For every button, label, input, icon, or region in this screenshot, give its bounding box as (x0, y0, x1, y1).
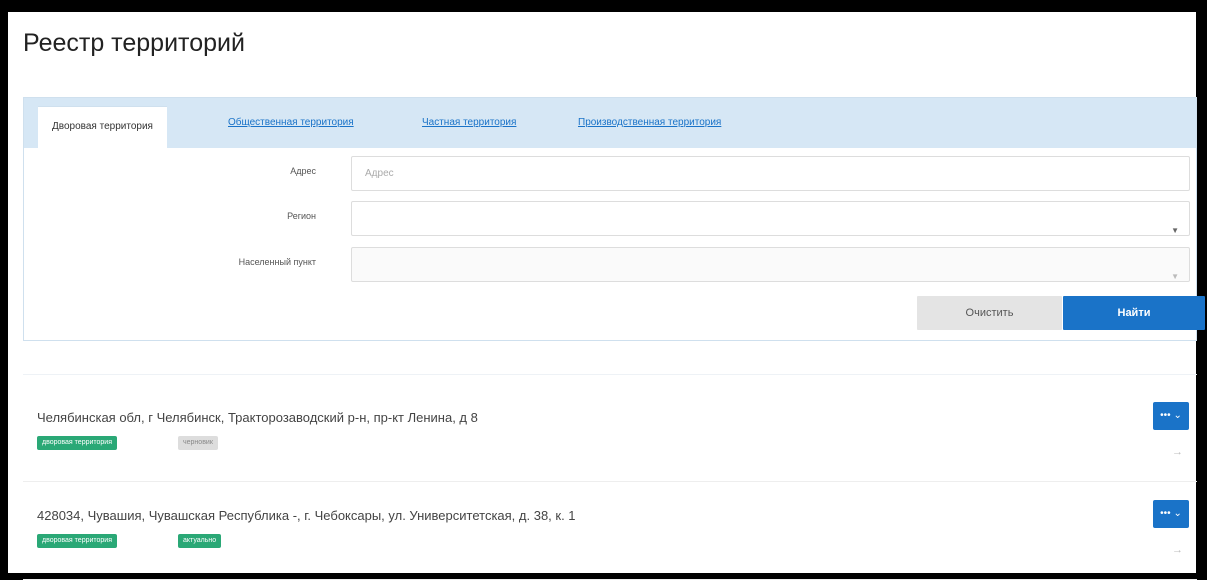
search-panel: Дворовая территория Общественная террито… (23, 97, 1205, 341)
actions-dropdown-button[interactable]: ••• ⌄ (1153, 402, 1189, 430)
status-badge: дворовая территория (37, 436, 118, 450)
divider (23, 374, 1197, 375)
result-item: Челябинская обл, г Челябинск, Трактороза… (23, 402, 1197, 482)
locality-row: Населенный пункт ▼ (24, 247, 1196, 283)
tab-yard-territory[interactable]: Дворовая территория (38, 106, 167, 148)
clear-button[interactable]: Очистить (917, 296, 1062, 330)
region-select[interactable]: ▼ (351, 201, 1190, 236)
address-label: Адрес (290, 166, 316, 176)
page-title: Реестр территорий (23, 29, 245, 57)
tab-bar: Дворовая территория Общественная террито… (24, 98, 1196, 148)
chevron-down-icon: ▼ (1171, 272, 1179, 281)
status-badge: актуально (178, 534, 222, 548)
region-label: Регион (287, 211, 316, 221)
actions-dropdown-button[interactable]: ••• ⌄ (1153, 500, 1189, 528)
result-item: 428034, Чувашия, Чувашская Республика -,… (23, 500, 1197, 580)
tab-private-territory[interactable]: Частная территория (422, 98, 516, 148)
arrow-right-icon[interactable]: → (1172, 446, 1183, 458)
locality-select[interactable]: ▼ (351, 247, 1190, 282)
status-badge: дворовая территория (37, 534, 118, 548)
result-address[interactable]: Челябинская обл, г Челябинск, Трактороза… (37, 410, 478, 425)
arrow-right-icon[interactable]: → (1172, 544, 1183, 556)
region-row: Регион ▼ (24, 201, 1196, 237)
chevron-down-icon: ▼ (1171, 226, 1179, 235)
address-input[interactable] (351, 156, 1190, 191)
locality-label: Населенный пункт (238, 257, 316, 267)
tab-public-territory[interactable]: Общественная территория (228, 98, 354, 148)
page: Реестр территорий Дворовая территория Об… (8, 12, 1205, 580)
find-button[interactable]: Найти (1063, 296, 1205, 330)
status-badge: черновик (178, 436, 218, 450)
tab-industrial-territory[interactable]: Производственная территория (578, 98, 721, 148)
address-row: Адрес (24, 156, 1196, 192)
result-address[interactable]: 428034, Чувашия, Чувашская Республика -,… (37, 508, 576, 523)
